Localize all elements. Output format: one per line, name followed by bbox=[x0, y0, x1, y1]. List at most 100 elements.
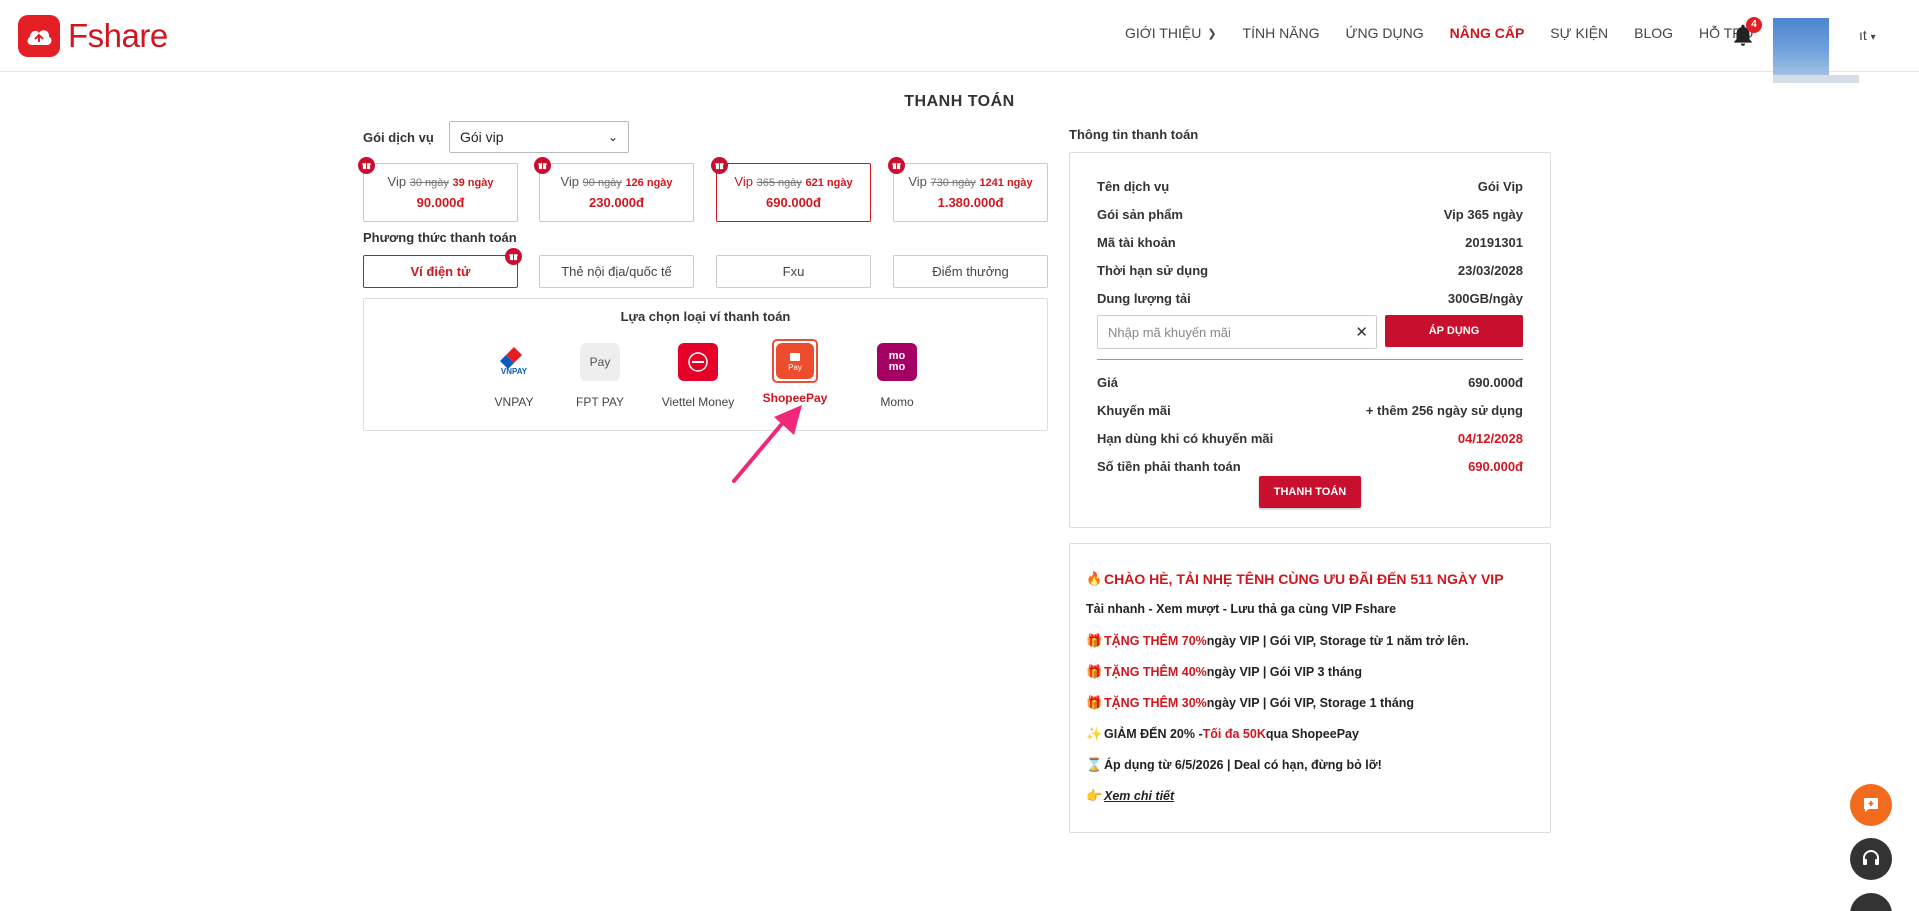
divider bbox=[1097, 359, 1523, 360]
wallet-momo[interactable]: mo mo Momo bbox=[852, 343, 942, 409]
nav-gioi-thieu[interactable]: GIỚI THIỆU ❯ bbox=[1125, 25, 1217, 41]
plan-price: 230.000đ bbox=[589, 195, 644, 210]
plan-options: Vip 30 ngày 39 ngày 90.000đ Vip 90 ngày … bbox=[358, 157, 1048, 223]
details-link[interactable]: Xem chi tiết bbox=[1104, 789, 1174, 803]
plan-option[interactable]: Vip 30 ngày 39 ngày 90.000đ bbox=[358, 157, 518, 222]
gift-icon: 🎁 bbox=[1086, 633, 1103, 648]
plan-option[interactable]: Vip 730 ngày 1241 ngày 1.380.000đ bbox=[888, 157, 1048, 222]
info-value: 690.000đ bbox=[1468, 375, 1523, 390]
nav-ung-dung[interactable]: ỨNG DỤNG bbox=[1346, 25, 1424, 41]
payment-info-panel: Tên dịch vụ Gói Vip Gói sản phẩm Vip 365 n… bbox=[1069, 152, 1551, 528]
service-row: Gói dịch vụ Gói vip ⌄ bbox=[363, 120, 1048, 154]
nav-nang-cap[interactable]: NÂNG CẤP bbox=[1450, 25, 1525, 41]
payment-method-options: Ví điện tử Thẻ nội địa/quốc tế Fxu Điểm … bbox=[363, 248, 1048, 290]
payment-info-title: Thông tin thanh toán bbox=[1069, 127, 1199, 142]
wallet-selection-panel: Lựa chọn loại ví thanh toán VNPAY VNPAY … bbox=[363, 298, 1048, 431]
service-selected-value: Gói vip bbox=[460, 129, 504, 145]
nav-su-kien[interactable]: SỰ KIỆN bbox=[1550, 25, 1608, 41]
extra-floating-button[interactable] bbox=[1850, 893, 1892, 911]
pointing-hand-icon: 👉 bbox=[1086, 788, 1103, 803]
plan-option-selected[interactable]: Vip 365 ngày 621 ngày 690.000đ bbox=[711, 157, 871, 222]
shopeepay-badge: Pay bbox=[788, 362, 802, 372]
plan-option[interactable]: Vip 90 ngày 126 ngày 230.000đ bbox=[534, 157, 694, 222]
summary-row: Hạn dùng khi có khuyến mãi 04/12/2028 bbox=[1097, 431, 1523, 446]
svg-text:VNPAY: VNPAY bbox=[501, 367, 528, 376]
wallet-viettel-money[interactable]: Viettel Money bbox=[653, 343, 743, 409]
plan-new-duration: 1241 ngày bbox=[979, 177, 1033, 189]
promo-panel: 🔥 CHÀO HÈ, TẢI NHẸ TÊNH CÙNG ƯU ĐÃI ĐẾN 5… bbox=[1069, 543, 1551, 833]
page-title: THANH TOÁN bbox=[904, 93, 1015, 110]
info-key: Tên dịch vụ bbox=[1097, 179, 1170, 194]
wallet-shopeepay[interactable]: Pay ShopeePay bbox=[750, 339, 840, 405]
offer-highlight: TẶNG THÊM 70% bbox=[1104, 634, 1207, 648]
method-label: Ví điện tử bbox=[410, 264, 471, 279]
plan-old-duration: 365 ngày bbox=[756, 177, 802, 189]
user-menu[interactable]: ıt ▾ bbox=[1859, 27, 1876, 43]
info-row: Thời hạn sử dụng 23/03/2028 bbox=[1097, 263, 1523, 278]
nav-label: ỨNG DỤNG bbox=[1345, 25, 1424, 41]
close-icon[interactable]: ✕ bbox=[1355, 323, 1368, 341]
plan-price: 690.000đ bbox=[766, 195, 821, 210]
info-value: 23/03/2028 bbox=[1457, 263, 1523, 278]
momo-badge-bottom: mo bbox=[888, 361, 906, 373]
nav-label: GIỚI THIỆU bbox=[1125, 25, 1202, 41]
cloud-logo-icon bbox=[18, 15, 60, 57]
promo-date-text: Áp dụng từ 6/5/2026 | Deal có hạn, đừng … bbox=[1104, 758, 1382, 772]
info-key: Dung lượng tải bbox=[1097, 291, 1191, 306]
nav-label: TÍNH NĂNG bbox=[1242, 25, 1320, 41]
gift-icon bbox=[505, 248, 522, 265]
wallet-name: ShopeePay bbox=[762, 391, 828, 405]
service-label: Gói dịch vụ bbox=[363, 129, 434, 145]
wallet-fpt-pay[interactable]: Pay FPT PAY bbox=[555, 343, 645, 409]
momo-icon: mo mo bbox=[877, 343, 917, 381]
plan-price: 1.380.000đ bbox=[937, 195, 1004, 210]
plan-duration: Vip 30 ngày 39 ngày bbox=[364, 174, 517, 189]
apply-promo-button[interactable]: ÁP DỤNG bbox=[1385, 315, 1523, 347]
chat-feedback-button[interactable] bbox=[1850, 784, 1892, 826]
promo-code-input[interactable]: Nhập mã khuyến mãi ✕ bbox=[1097, 315, 1377, 349]
headset-icon bbox=[1863, 850, 1879, 865]
info-key: Giá bbox=[1097, 375, 1118, 390]
info-row: Tên dịch vụ Gói Vip bbox=[1097, 179, 1523, 194]
promo-headline-text: CHÀO HÈ, TẢI NHẸ TÊNH CÙNG ƯU ĐÃI ĐẾN 51… bbox=[1104, 571, 1504, 587]
plan-duration: Vip 730 ngày 1241 ngày bbox=[894, 174, 1047, 189]
method-fxu[interactable]: Fxu bbox=[716, 255, 871, 288]
info-row: Mã tài khoản 20191301 bbox=[1097, 235, 1523, 250]
plan-old-duration: 30 ngày bbox=[409, 177, 449, 189]
summary-row: Giá 690.000đ bbox=[1097, 375, 1523, 390]
plan-prefix: Vip bbox=[734, 174, 753, 189]
offer-text: ngày VIP | Gói VIP, Storage 1 tháng bbox=[1206, 696, 1415, 710]
gift-icon bbox=[534, 157, 551, 174]
info-key: Số tiền phải thanh toán bbox=[1097, 459, 1241, 474]
promo-date: ⌛ Áp dụng từ 6/5/2026 | Deal có hạn, đừng… bbox=[1086, 757, 1536, 773]
nav-label: SỰ KIỆN bbox=[1550, 25, 1609, 41]
method-e-wallet[interactable]: Ví điện tử bbox=[363, 248, 522, 288]
payment-method-title: Phương thức thanh toán bbox=[363, 230, 517, 245]
user-name-blurred bbox=[1773, 75, 1859, 83]
wallet-vnpay[interactable]: VNPAY VNPAY bbox=[469, 343, 559, 409]
plan-old-duration: 730 ngày bbox=[930, 177, 976, 189]
fire-icon: 🔥 bbox=[1086, 571, 1103, 586]
info-value: 300GB/ngày bbox=[1447, 291, 1523, 306]
wallet-title: Lựa chọn loại ví thanh toán bbox=[620, 309, 791, 324]
nav-blog[interactable]: BLOG bbox=[1634, 25, 1673, 41]
promo-placeholder: Nhập mã khuyến mãi bbox=[1108, 324, 1231, 340]
gift-icon bbox=[711, 157, 728, 174]
nav-label: BLOG bbox=[1634, 25, 1674, 41]
hourglass-icon: ⌛ bbox=[1086, 757, 1103, 772]
support-button[interactable] bbox=[1850, 838, 1892, 880]
method-reward-points[interactable]: Điểm thưởng bbox=[893, 255, 1048, 288]
fshare-logo[interactable]: Fshare bbox=[18, 15, 168, 57]
avatar[interactable] bbox=[1773, 18, 1829, 82]
pay-button[interactable]: THANH TOÁN bbox=[1259, 476, 1361, 508]
nav-tinh-nang[interactable]: TÍNH NĂNG bbox=[1243, 25, 1320, 41]
service-select[interactable]: Gói vip ⌄ bbox=[449, 121, 629, 153]
info-value: 20191301 bbox=[1465, 235, 1523, 250]
gift-icon: 🎁 bbox=[1086, 664, 1103, 679]
summary-row: Số tiền phải thanh toán 690.000đ bbox=[1097, 459, 1523, 474]
plan-new-duration: 126 ngày bbox=[625, 177, 673, 189]
offer-text: ngày VIP | Gói VIP, Storage từ 1 năm trở… bbox=[1206, 634, 1469, 648]
fpt-pay-icon: Pay bbox=[580, 343, 620, 381]
method-card[interactable]: Thẻ nội địa/quốc tế bbox=[539, 255, 694, 288]
wallet-name: Momo bbox=[880, 395, 914, 409]
